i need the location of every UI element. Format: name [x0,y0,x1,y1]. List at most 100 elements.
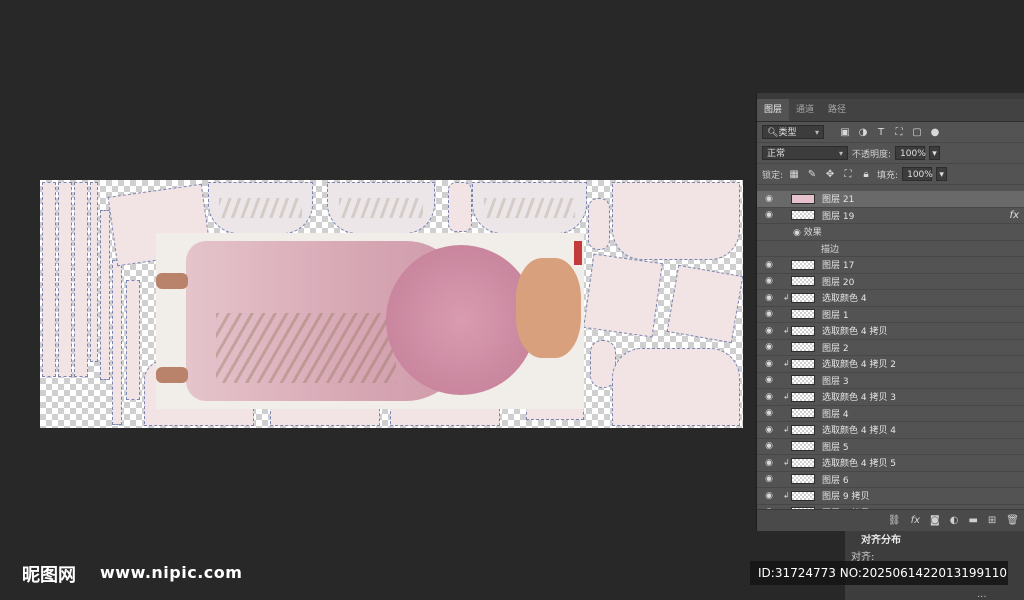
filter-kind-select[interactable]: 🔍︎ 类型 ▾ [762,125,824,139]
eye-icon[interactable]: ◉ [757,359,781,369]
eye-icon[interactable]: ◉ [757,458,781,468]
layer-row[interactable]: ◉ ↲ 选取颜色 4 拷贝 5 [757,455,1024,472]
layer-name[interactable]: 图层 5 [822,440,849,453]
panel-tabs: 图层 通道 路径 [757,99,1024,122]
layer-name[interactable]: 图层 19 [822,209,854,222]
smart-object-filter-icon[interactable]: ▢ [910,127,924,138]
layer-row[interactable]: 描边 [757,241,1024,257]
layer-name[interactable]: 选取颜色 4 拷贝 [822,324,887,337]
eye-icon[interactable]: ◉ [757,309,781,319]
dress-top [386,245,536,395]
layer-name[interactable]: 选取颜色 4 拷贝 3 [822,390,896,403]
image-filter-icon[interactable]: ▣ [838,127,852,138]
layer-row[interactable]: ◉ 效果 [757,224,1024,241]
adjustment-layer-icon[interactable]: ◐ [950,515,959,526]
layer-thumbnail [791,441,815,452]
layer-name[interactable]: 选取颜色 4 拷贝 5 [822,456,896,469]
layer-name[interactable]: 图层 9 拷贝 [822,489,869,502]
eye-icon[interactable]: ◉ [757,425,781,435]
dress-photo-layer[interactable] [156,233,584,409]
eye-icon[interactable]: ◉ [757,342,781,352]
layer-name[interactable]: 图层 20 [822,275,854,288]
eye-icon[interactable]: ◉ [757,408,781,418]
layer-name[interactable]: 选取颜色 4 [822,291,867,304]
layer-name[interactable]: 图层 2 [822,341,849,354]
pattern-piece [612,348,740,426]
layer-thumbnail [791,276,815,287]
blend-row: 正常 ▾ 不透明度: 100% ▾ [757,143,1024,164]
lock-position-icon[interactable]: ✥ [823,169,837,180]
layer-name[interactable]: 选取颜色 4 拷贝 4 [822,423,896,436]
eye-icon[interactable]: ◉ [757,194,781,204]
blend-mode-select[interactable]: 正常 ▾ [762,146,848,160]
eye-icon[interactable]: ◉ [757,276,781,286]
tab-channels[interactable]: 通道 [789,99,821,121]
tab-paths[interactable]: 路径 [821,99,853,121]
type-filter-icon[interactable]: T [874,127,888,138]
add-mask-icon[interactable]: ◙ [930,515,940,526]
fill-dropdown[interactable]: ▾ [936,167,948,181]
layer-thumbnail [791,292,815,303]
tab-layers[interactable]: 图层 [757,99,790,121]
eye-icon[interactable]: ◉ [757,491,781,501]
canvas-area[interactable] [0,0,756,600]
eye-icon[interactable]: ◉ [757,474,781,484]
site-url: www.nipic.com [100,563,243,582]
layer-name[interactable]: 选取颜色 4 拷贝 2 [822,357,896,370]
eye-icon[interactable]: ◉ [793,228,804,238]
lock-artboard-icon[interactable]: ⛶ [841,169,855,180]
opacity-input[interactable]: 100% [895,146,926,160]
layer-row[interactable]: ◉ 图层 5 [757,439,1024,455]
layer-row[interactable]: ◉ 图层 20 [757,274,1024,290]
layer-row[interactable]: ◉ 图层 2 [757,340,1024,356]
panel-footer: ⛓ fx ◙ ◐ ▬ ⊞ 🗑︎ [757,509,1024,531]
eye-icon[interactable]: ◉ [757,260,781,270]
adjustment-filter-icon[interactable]: ◑ [856,127,870,138]
fill-input[interactable]: 100% [902,167,933,181]
layer-row[interactable]: ◉ 图层 17 [757,257,1024,274]
trash-icon[interactable]: 🗑︎ [1006,515,1019,526]
lock-transparency-icon[interactable]: ▦ [787,169,801,180]
fx-icon[interactable]: fx [911,515,920,526]
eye-icon[interactable]: ◉ [757,326,781,336]
filter-toggle-icon[interactable]: ● [928,127,942,138]
layer-row[interactable]: ◉ 图层 21 [757,191,1024,208]
eye-icon[interactable]: ◉ [757,210,781,220]
layer-row[interactable]: ◉ ↲ 选取颜色 4 拷贝 [757,323,1024,340]
layer-row[interactable]: ◉ 图层 19 fx [757,208,1024,224]
layer-row[interactable]: ◉ ↲ 选取颜色 4 拷贝 2 [757,356,1024,373]
filter-kind-value: 类型 [778,128,797,138]
layer-row[interactable]: ◉ 图层 1 [757,307,1024,323]
eye-icon[interactable]: ◉ [757,293,781,303]
eye-icon[interactable]: ◉ [757,441,781,451]
layer-name[interactable]: 图层 21 [822,192,854,205]
layer-row[interactable]: ◉ 图层 4 [757,406,1024,422]
new-group-icon[interactable]: ▬ [968,515,977,526]
link-layers-icon[interactable]: ⛓ [888,515,901,526]
layer-name[interactable]: 图层 17 [822,258,854,271]
eye-icon[interactable]: ◉ [757,392,781,402]
layer-row[interactable]: ◉ ↲ 图层 9 拷贝 [757,488,1024,505]
layer-name[interactable]: 图层 1 [822,308,849,321]
more-options[interactable]: ... [977,589,987,600]
layer-row[interactable]: ◉ ↲ 选取颜色 4 拷贝 4 [757,422,1024,439]
eye-icon[interactable]: ◉ [757,375,781,385]
layer-row[interactable]: ◉ 图层 3 [757,373,1024,389]
chevron-down-icon: ▾ [814,128,819,137]
fx-badge[interactable]: fx [1010,210,1019,221]
layer-name[interactable]: 图层 3 [822,374,849,387]
opacity-dropdown[interactable]: ▾ [929,146,941,160]
layer-name[interactable]: 图层 4 [822,407,849,420]
layer-row[interactable]: ◉ ↲ 选取颜色 4 拷贝 3 [757,389,1024,406]
model-skin [516,258,581,358]
opacity-label: 不透明度: [852,149,892,160]
layer-row[interactable]: ◉ ↲ 选取颜色 4 [757,290,1024,307]
lock-all-icon[interactable]: 🔒︎ [859,169,873,180]
layer-name[interactable]: 图层 6 [822,473,849,486]
lock-paint-icon[interactable]: ✎ [805,169,819,180]
blend-mode-value: 正常 [767,149,786,159]
layer-row[interactable]: ◉ 图层 6 [757,472,1024,488]
shape-filter-icon[interactable]: ⛶ [892,127,906,138]
new-layer-icon[interactable]: ⊞ [988,515,996,526]
layer-thumbnail [791,408,815,419]
